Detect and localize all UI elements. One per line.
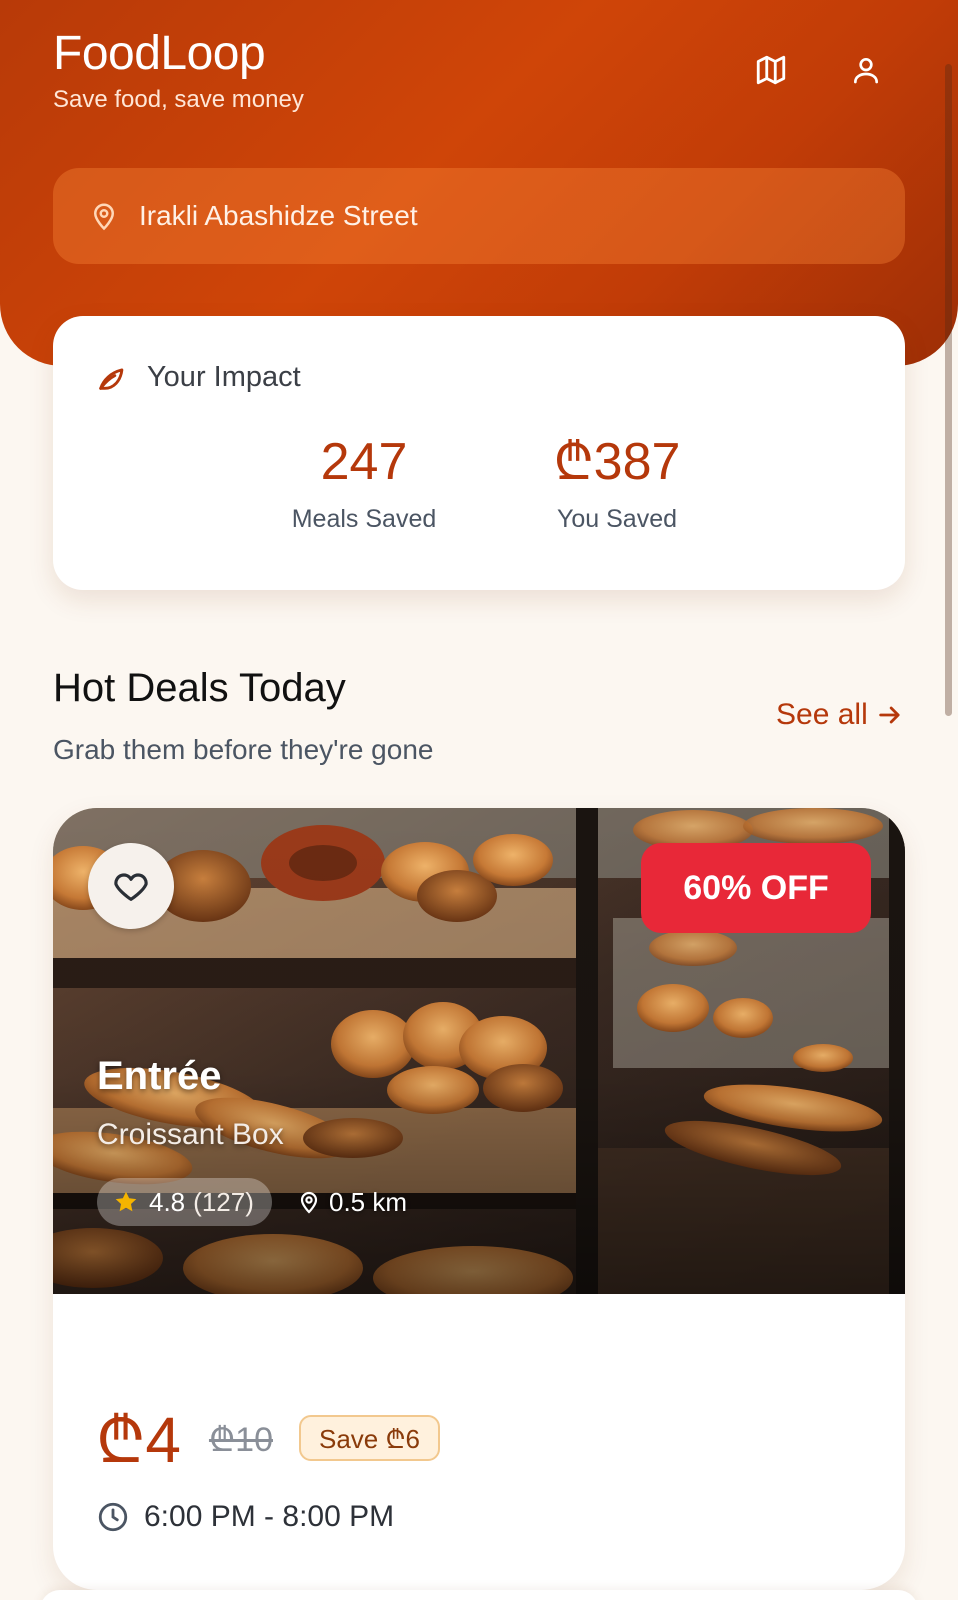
app-title: FoodLoop: [53, 27, 266, 80]
deal-card[interactable]: 60% OFF Entrée Croissant Box 4.8 (127) 0…: [53, 808, 905, 1590]
stat-label: You Saved: [556, 505, 678, 534]
pickup-time: 6:00 PM - 8:00 PM: [144, 1500, 395, 1533]
stat-value: 247: [320, 433, 408, 491]
rating-badge: 4.8 (127): [97, 1178, 272, 1226]
app-tagline: Save food, save money: [53, 86, 304, 113]
distance-value: 0.5 km: [329, 1186, 408, 1217]
location-text: Irakli Abashidze Street: [139, 200, 418, 231]
pickup-time-row: 6:00 PM - 8:00 PM: [96, 1500, 394, 1534]
star-icon: [115, 1191, 137, 1212]
favorite-button[interactable]: [88, 843, 174, 929]
impact-header: Your Impact: [95, 360, 301, 394]
item-name: Croissant Box: [97, 1118, 284, 1151]
section-title: Hot Deals Today: [53, 666, 346, 710]
distance-info: 0.5 km: [297, 1178, 407, 1226]
stat-meals-saved: 247 Meals Saved: [279, 433, 449, 534]
current-price: ₾4: [96, 1404, 181, 1476]
map-button[interactable]: [741, 40, 801, 100]
savings-badge: Save ₾6: [299, 1414, 440, 1461]
store-name: Entrée: [97, 1054, 222, 1098]
stat-money-saved: ₾387 You Saved: [537, 433, 697, 534]
next-deal-card-peek[interactable]: [40, 1590, 918, 1600]
map-pin-icon: [300, 1191, 318, 1214]
map-pin-icon: [93, 203, 115, 231]
page: FoodLoop Save food, save money Irakli Ab…: [0, 0, 958, 1600]
section-subtitle: Grab them before they're gone: [53, 734, 434, 765]
see-all-label: See all: [776, 698, 868, 731]
review-count: (127): [193, 1186, 254, 1217]
see-all-link[interactable]: See all: [776, 698, 904, 732]
impact-card: Your Impact 247 Meals Saved ₾387 You Sav…: [53, 316, 905, 590]
price-row: ₾4 ₾10 Save ₾6: [96, 1394, 440, 1481]
stat-label: Meals Saved: [291, 505, 437, 534]
heart-icon: [114, 873, 148, 901]
map-icon: [756, 55, 786, 85]
user-icon: [854, 58, 878, 84]
clock-icon: [98, 1502, 128, 1532]
original-price: ₾10: [208, 1420, 273, 1459]
discount-badge: 60% OFF: [641, 843, 871, 933]
arrow-right-icon: [879, 706, 900, 724]
rating-value: 4.8: [149, 1186, 186, 1217]
leaf-icon: [99, 368, 124, 390]
scrollbar[interactable]: [945, 64, 952, 716]
stat-value: ₾387: [553, 433, 681, 491]
location-selector[interactable]: Irakli Abashidze Street: [53, 168, 905, 264]
deal-image[interactable]: 60% OFF Entrée Croissant Box 4.8 (127) 0…: [53, 808, 905, 1294]
profile-button[interactable]: [836, 40, 896, 100]
impact-title: Your Impact: [147, 360, 301, 393]
